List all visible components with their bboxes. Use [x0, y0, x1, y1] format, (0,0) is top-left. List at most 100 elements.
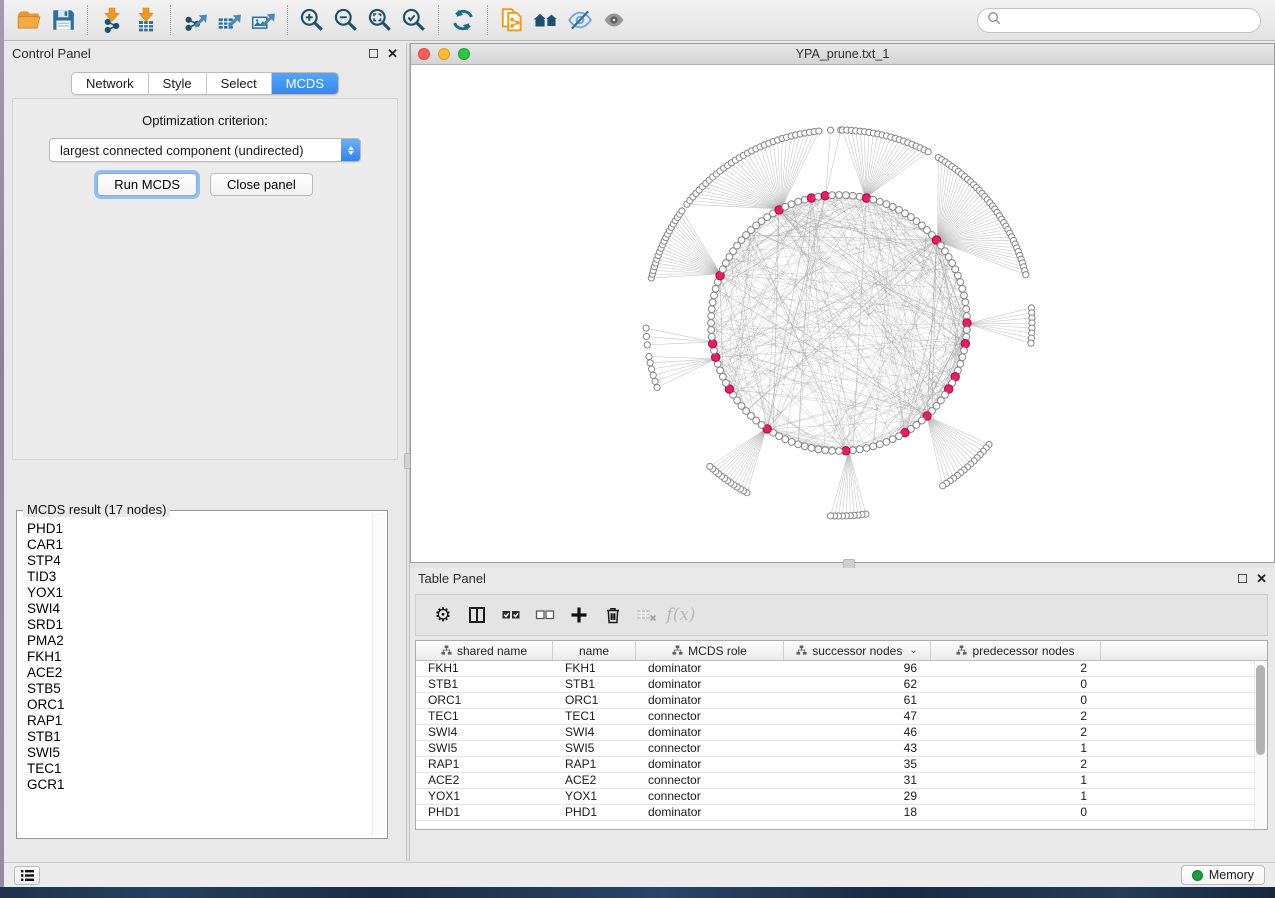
leaf-node[interactable] [679, 208, 685, 214]
search-box[interactable] [977, 8, 1261, 33]
control-panel-close-icon[interactable]: ✕ [387, 49, 398, 58]
network-node[interactable] [719, 373, 726, 380]
leaf-node[interactable] [652, 378, 658, 384]
tab-style[interactable]: Style [149, 73, 207, 94]
create-column-button[interactable] [564, 600, 594, 630]
leaf-node[interactable] [827, 127, 833, 133]
show-columns-button[interactable] [462, 600, 492, 630]
network-node[interactable] [959, 354, 966, 361]
network-node[interactable] [829, 192, 836, 199]
network-node[interactable] [712, 285, 719, 292]
network-node[interactable] [708, 333, 715, 340]
network-node[interactable] [709, 299, 716, 306]
dominator-node[interactable] [963, 319, 971, 327]
dominator-node[interactable] [842, 447, 850, 455]
window-zoom-icon[interactable] [458, 48, 470, 60]
leaf-node[interactable] [643, 333, 649, 339]
network-node[interactable] [795, 198, 802, 205]
leaf-node[interactable] [1023, 272, 1029, 278]
dominator-node[interactable] [821, 192, 829, 200]
save-session-icon[interactable] [46, 4, 80, 36]
network-node[interactable] [957, 360, 964, 367]
tab-select[interactable]: Select [207, 73, 272, 94]
table-row[interactable]: YOX1YOX1connector291 [416, 789, 1267, 805]
hide-selected-icon[interactable] [563, 4, 597, 36]
close-panel-button[interactable]: Close panel [210, 173, 313, 196]
mcds-result-node[interactable]: TID3 [27, 569, 363, 585]
network-node[interactable] [708, 320, 715, 327]
table-row[interactable]: ORC1ORC1dominator610 [416, 693, 1267, 709]
table-row[interactable]: FKH1FKH1dominator962 [416, 661, 1267, 677]
mcds-result-node[interactable]: SRD1 [27, 617, 363, 633]
network-node[interactable] [795, 441, 802, 448]
network-node[interactable] [708, 313, 715, 320]
network-node[interactable] [883, 201, 890, 208]
table-row[interactable]: ACE2ACE2connector311 [416, 773, 1267, 789]
mcds-result-node[interactable]: PMA2 [27, 633, 363, 649]
network-node[interactable] [863, 445, 870, 452]
mcds-result-node[interactable]: YOX1 [27, 585, 363, 601]
window-minimize-icon[interactable] [438, 48, 450, 60]
network-node[interactable] [711, 292, 718, 299]
mcds-result-node[interactable]: PHD1 [27, 521, 363, 537]
table-scrollbar-thumb[interactable] [1256, 665, 1265, 755]
mcds-result-node[interactable]: STP4 [27, 553, 363, 569]
import-table-icon[interactable] [129, 4, 163, 36]
leaf-node[interactable] [816, 128, 822, 134]
network-node[interactable] [961, 292, 968, 299]
table-panel-float-icon[interactable] [1238, 574, 1247, 583]
window-close-icon[interactable] [418, 48, 430, 60]
mcds-result-node[interactable]: ACE2 [27, 665, 363, 681]
mcds-result-node[interactable]: FKH1 [27, 649, 363, 665]
first-neighbors-icon[interactable] [529, 4, 563, 36]
dominator-node[interactable] [862, 194, 870, 202]
column-header-MCDS-role[interactable]: MCDS role [636, 641, 784, 660]
open-session-icon[interactable] [12, 4, 46, 36]
network-node[interactable] [822, 447, 829, 454]
network-node[interactable] [870, 196, 877, 203]
tab-network[interactable]: Network [72, 73, 149, 94]
network-node[interactable] [782, 203, 789, 210]
dominator-node[interactable] [961, 340, 969, 348]
network-canvas[interactable] [411, 65, 1274, 562]
mcds-result-node[interactable]: RAP1 [27, 713, 363, 729]
dominator-node[interactable] [708, 340, 716, 348]
network-window-titlebar[interactable]: YPA_prune.txt_1 [411, 44, 1274, 65]
zoom-fit-icon[interactable] [363, 4, 397, 36]
dominator-node[interactable] [807, 194, 815, 202]
leaf-node[interactable] [643, 325, 649, 331]
zoom-selected-icon[interactable] [397, 4, 431, 36]
network-node[interactable] [876, 198, 883, 205]
table-row[interactable]: STB1STB1dominator620 [416, 677, 1267, 693]
table-row[interactable]: TEC1TEC1connector472 [416, 709, 1267, 725]
show-all-icon[interactable] [597, 4, 631, 36]
network-graph[interactable] [411, 65, 1274, 562]
network-node[interactable] [788, 201, 795, 208]
leaf-node[interactable] [646, 353, 652, 359]
table-row[interactable]: RAP1RAP1dominator352 [416, 757, 1267, 773]
mcds-result-node[interactable]: SWI5 [27, 745, 363, 761]
search-input[interactable] [1008, 10, 1251, 30]
network-node[interactable] [717, 367, 724, 374]
refresh-network-icon[interactable] [446, 4, 480, 36]
network-node[interactable] [849, 192, 856, 199]
network-node[interactable] [889, 436, 896, 443]
mcds-result-node[interactable]: ORC1 [27, 697, 363, 713]
mcds-result-node[interactable]: GCR1 [27, 777, 363, 793]
import-network-icon[interactable] [95, 4, 129, 36]
run-mcds-button[interactable]: Run MCDS [97, 173, 197, 196]
column-header-name[interactable]: name [553, 641, 636, 660]
network-node[interactable] [961, 347, 968, 354]
optimization-criterion-dropdown[interactable]: largest connected component (undirected) [49, 138, 361, 162]
network-node[interactable] [962, 299, 969, 306]
table-row[interactable]: SWI5SWI5connector431 [416, 741, 1267, 757]
network-node[interactable] [836, 192, 843, 199]
mcds-result-scrollbar[interactable] [372, 513, 385, 836]
leaf-node[interactable] [654, 384, 660, 390]
network-node[interactable] [963, 306, 970, 313]
column-settings-gear-button[interactable]: ⚙ [428, 600, 458, 630]
dominator-node[interactable] [711, 353, 719, 361]
table-scrollbar[interactable] [1254, 661, 1267, 829]
export-network-icon[interactable] [178, 4, 212, 36]
leaf-node[interactable] [1028, 340, 1034, 346]
